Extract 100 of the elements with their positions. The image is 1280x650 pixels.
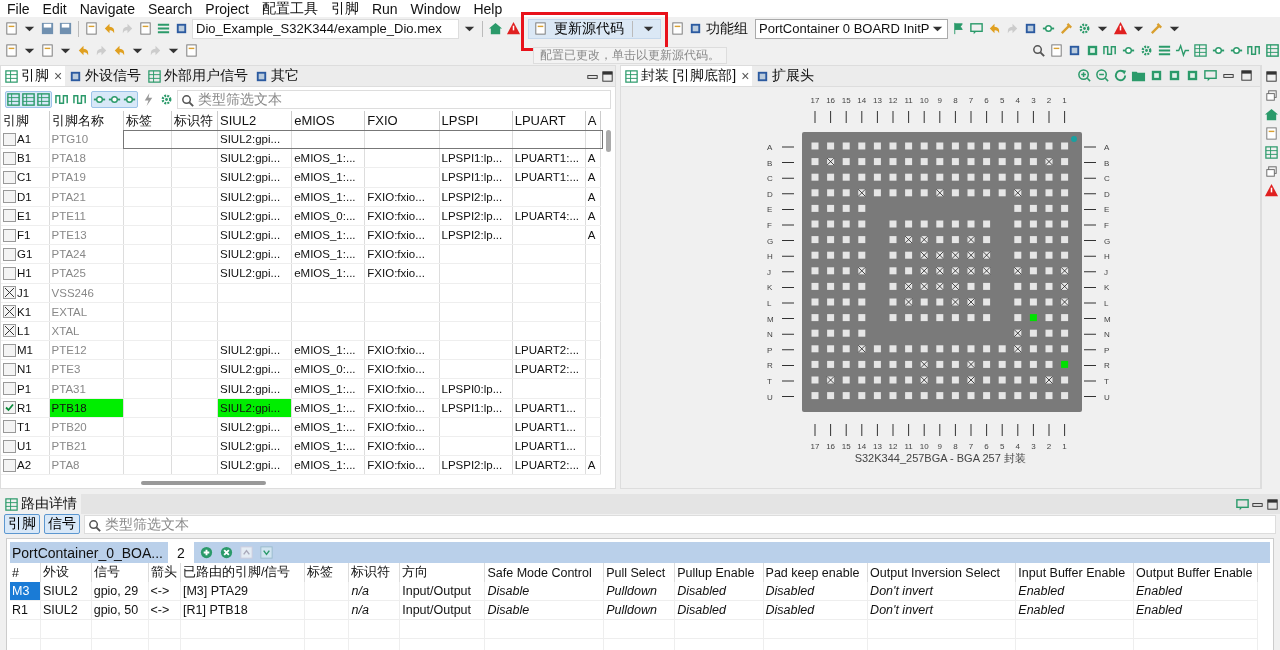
pin-pad[interactable] bbox=[889, 360, 897, 368]
pin-pad[interactable] bbox=[983, 376, 991, 384]
move-up-icon[interactable] bbox=[239, 545, 254, 560]
pin-pad[interactable] bbox=[1014, 392, 1022, 400]
column-header[interactable]: 箭头 bbox=[148, 563, 181, 582]
menu-item[interactable]: Edit bbox=[37, 0, 75, 17]
pulse-icon[interactable] bbox=[1175, 42, 1190, 58]
checkbox[interactable] bbox=[3, 209, 16, 223]
unavailable-pin-pad[interactable] bbox=[936, 188, 944, 197]
checkbox[interactable] bbox=[3, 266, 16, 280]
package-tab[interactable]: 封装 [引脚底部] × bbox=[620, 66, 753, 86]
pin-pad[interactable] bbox=[842, 220, 850, 228]
pin-pad[interactable] bbox=[920, 314, 928, 322]
unavailable-pin-pad[interactable] bbox=[826, 376, 835, 384]
pin-pad[interactable] bbox=[827, 298, 835, 306]
menu-item[interactable]: File bbox=[2, 0, 38, 17]
unavailable-pin-pad[interactable] bbox=[982, 251, 991, 260]
pin-pad[interactable] bbox=[858, 142, 866, 150]
pin-pad[interactable] bbox=[905, 173, 913, 181]
unavailable-pin-pad[interactable] bbox=[1014, 266, 1022, 275]
pin-pad[interactable] bbox=[1014, 204, 1022, 212]
document-icon[interactable] bbox=[670, 21, 685, 36]
unavailable-pin-pad[interactable] bbox=[967, 235, 976, 244]
pin-pad[interactable] bbox=[827, 267, 835, 275]
menu-item[interactable]: Project bbox=[200, 0, 257, 17]
document-icon[interactable] bbox=[84, 21, 99, 36]
column-header[interactable]: Pull Select bbox=[603, 563, 675, 582]
pin-pad[interactable] bbox=[952, 173, 960, 181]
pin-pad[interactable] bbox=[905, 251, 913, 259]
table-icon[interactable] bbox=[1193, 42, 1208, 58]
pin-pad[interactable] bbox=[1061, 376, 1069, 384]
pin-pad[interactable] bbox=[998, 158, 1006, 166]
pin-pad[interactable] bbox=[920, 392, 928, 400]
pin-pad[interactable] bbox=[842, 329, 850, 337]
move-down-icon[interactable] bbox=[259, 545, 274, 560]
pin-pad[interactable] bbox=[842, 251, 850, 259]
pin-pad[interactable] bbox=[874, 158, 882, 166]
unavailable-pin-pad[interactable] bbox=[1045, 376, 1054, 384]
pin-pad[interactable] bbox=[889, 220, 897, 228]
pin-pad[interactable] bbox=[1030, 158, 1038, 166]
pin-pad[interactable] bbox=[1030, 267, 1038, 275]
pin-pad[interactable] bbox=[936, 142, 944, 150]
unavailable-pin-pad[interactable] bbox=[1014, 344, 1022, 353]
pin-pad[interactable] bbox=[1030, 220, 1038, 228]
pin-pad[interactable] bbox=[967, 282, 975, 290]
wand-icon[interactable] bbox=[1058, 21, 1074, 36]
grid-icon[interactable] bbox=[1265, 42, 1280, 58]
checkbox[interactable] bbox=[3, 170, 16, 184]
pin-pad[interactable] bbox=[967, 142, 975, 150]
menu-item[interactable]: 配置工具 bbox=[256, 0, 326, 18]
pin-pad[interactable] bbox=[1045, 236, 1053, 244]
pin-pad[interactable] bbox=[983, 314, 991, 322]
pin-pad[interactable] bbox=[858, 158, 866, 166]
home-icon[interactable] bbox=[1263, 107, 1279, 122]
pin-pad[interactable] bbox=[874, 173, 882, 181]
pin-pad[interactable] bbox=[1014, 360, 1022, 368]
pin-pad[interactable] bbox=[952, 158, 960, 166]
pin-pad[interactable] bbox=[842, 267, 850, 275]
pin-pad[interactable] bbox=[889, 251, 897, 259]
pin-pad[interactable] bbox=[811, 392, 819, 400]
unavailable-pin-pad[interactable] bbox=[936, 266, 944, 275]
unavailable-pin-pad[interactable] bbox=[967, 251, 976, 260]
pin-pad[interactable] bbox=[952, 220, 960, 228]
pin-pad[interactable] bbox=[827, 189, 835, 197]
pin-pad[interactable] bbox=[1061, 204, 1069, 212]
pin-pad[interactable] bbox=[905, 267, 913, 275]
pin-pad[interactable] bbox=[1045, 142, 1053, 150]
pin-pad[interactable] bbox=[967, 314, 975, 322]
pin-pad[interactable] bbox=[905, 189, 913, 197]
unavailable-pin-pad[interactable] bbox=[1014, 188, 1022, 197]
package-tab[interactable]: 扩展头 bbox=[752, 66, 818, 86]
pin-pad[interactable] bbox=[998, 345, 1006, 353]
unavailable-pin-pad[interactable] bbox=[858, 344, 866, 353]
checkbox[interactable] bbox=[3, 228, 16, 242]
pin-pad[interactable] bbox=[1045, 189, 1053, 197]
pin-pad[interactable] bbox=[1014, 251, 1022, 259]
pin-pad[interactable] bbox=[1061, 189, 1069, 197]
pin-pad[interactable] bbox=[811, 173, 819, 181]
pin-pad[interactable] bbox=[1030, 173, 1038, 181]
pin-pad[interactable] bbox=[811, 220, 819, 228]
pin-pad[interactable] bbox=[905, 220, 913, 228]
maximize-icon[interactable] bbox=[1239, 68, 1254, 83]
view-icon[interactable] bbox=[36, 91, 51, 107]
unavailable-pin-pad[interactable] bbox=[936, 282, 944, 291]
pin-pad[interactable] bbox=[967, 173, 975, 181]
pins-tab[interactable]: 其它 bbox=[251, 66, 303, 86]
pin-pad[interactable] bbox=[952, 345, 960, 353]
column-header[interactable]: 方向 bbox=[399, 563, 485, 582]
column-header[interactable]: Output Inversion Select bbox=[867, 563, 1016, 582]
pin-pad[interactable] bbox=[1045, 360, 1053, 368]
scrollbar-thumb[interactable] bbox=[605, 130, 611, 152]
document-icon[interactable] bbox=[1263, 126, 1279, 141]
pin-pad[interactable] bbox=[1045, 267, 1053, 275]
checkbox[interactable] bbox=[3, 343, 16, 357]
pin-pad[interactable] bbox=[842, 314, 850, 322]
pins-tab[interactable]: 外设信号 bbox=[65, 66, 145, 86]
pin-pad[interactable] bbox=[1061, 173, 1069, 181]
pin-pad[interactable] bbox=[874, 360, 882, 368]
pin-pad[interactable] bbox=[920, 173, 928, 181]
comment-icon[interactable] bbox=[968, 21, 984, 36]
